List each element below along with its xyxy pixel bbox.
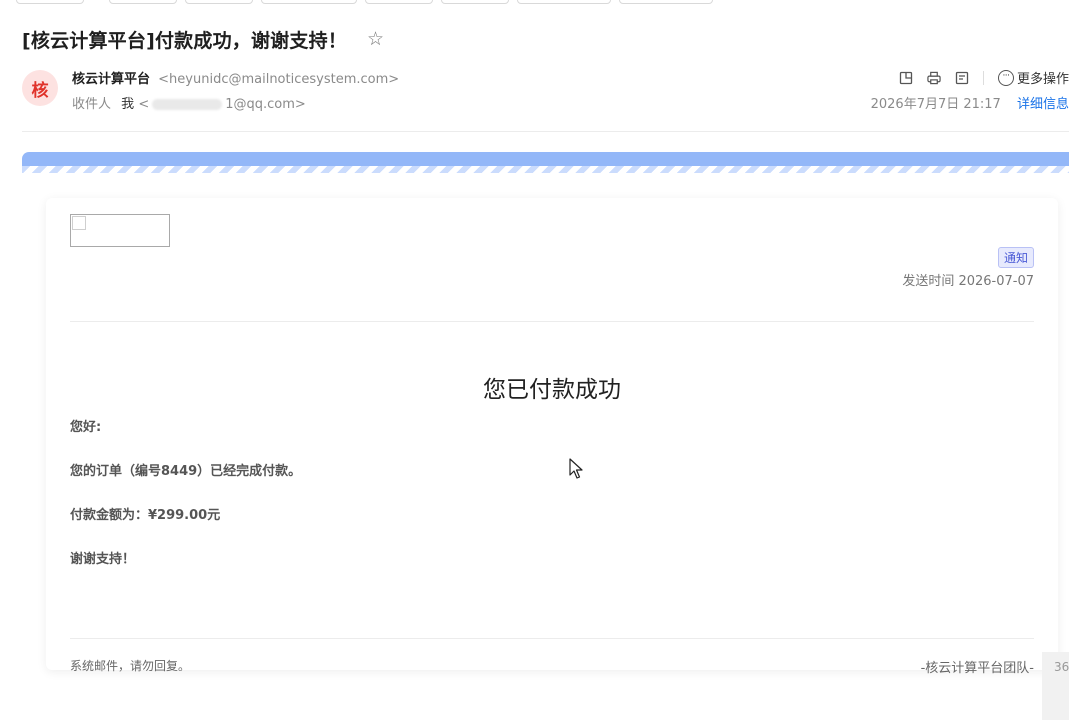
toolbar-button[interactable] bbox=[517, 0, 611, 4]
more-actions-label: 更多操作 bbox=[1016, 72, 1069, 87]
toolbar-button[interactable] bbox=[441, 0, 509, 4]
recipient-line: 收件人 我 <1@qq.com> bbox=[72, 93, 306, 112]
order-line: 您的订单（编号8449）已经完成付款。 bbox=[70, 464, 302, 479]
meta-right: 2026年7月7日 21:17 详细信息 bbox=[871, 93, 1069, 112]
header-band bbox=[22, 152, 1069, 166]
redacted-address bbox=[152, 99, 223, 110]
card-title: 您已付款成功 bbox=[483, 377, 621, 403]
card-divider bbox=[70, 321, 1034, 322]
toolbar-button[interactable] bbox=[16, 0, 84, 4]
note-icon[interactable] bbox=[955, 71, 969, 85]
toolbar-button[interactable] bbox=[619, 0, 713, 4]
broken-logo-image bbox=[70, 214, 170, 247]
toolbar-button[interactable] bbox=[261, 0, 357, 4]
print-icon[interactable] bbox=[927, 71, 941, 85]
sent-time: 发送时间 2026-07-07 bbox=[902, 274, 1034, 289]
card-footer-divider bbox=[70, 638, 1034, 639]
footer-note: 系统邮件，请勿回复。 bbox=[70, 659, 191, 673]
subject-row: [核云计算平台]付款成功，谢谢支持！ ☆ bbox=[22, 24, 384, 54]
side-widget-label: 360 bbox=[1054, 660, 1069, 674]
header-divider bbox=[22, 131, 1069, 132]
email-datetime: 2026年7月7日 21:17 bbox=[870, 97, 1001, 112]
recipient-email-prefix: < bbox=[138, 97, 150, 112]
recipient-email-tail: 1@qq.com> bbox=[225, 97, 306, 112]
new-window-icon[interactable] bbox=[899, 71, 913, 85]
header-actions: ··· 更多操作 bbox=[885, 68, 1069, 87]
email-subject: [核云计算平台]付款成功，谢谢支持！ bbox=[22, 29, 347, 52]
footer-signature: -核云计算平台团队- bbox=[920, 661, 1034, 676]
header-band-stripes bbox=[22, 166, 1069, 173]
sender-avatar: 核 bbox=[22, 70, 58, 106]
cursor-icon bbox=[569, 458, 583, 479]
toolbar-button[interactable] bbox=[185, 0, 253, 4]
email-card: 通知 发送时间 2026-07-07 您已付款成功 您好: 您的订单（编号844… bbox=[46, 198, 1058, 676]
recipient-label: 收件人 bbox=[72, 97, 112, 112]
thanks-line: 谢谢支持！ bbox=[70, 552, 136, 567]
more-dots-icon: ··· bbox=[997, 69, 1014, 86]
notice-badge: 通知 bbox=[997, 247, 1034, 268]
greeting: 您好: bbox=[70, 420, 102, 435]
side-widget[interactable]: 360 bbox=[1042, 652, 1069, 720]
recipient-me[interactable]: 我 bbox=[121, 97, 134, 112]
toolbar-button[interactable] bbox=[109, 0, 177, 4]
sender-email[interactable]: <heyunidc@mailnoticesystem.com> bbox=[158, 72, 399, 87]
more-actions-button[interactable]: ··· 更多操作 bbox=[997, 68, 1069, 87]
actions-divider bbox=[982, 70, 984, 85]
sender-name[interactable]: 核云计算平台 bbox=[72, 72, 150, 87]
detail-info-link[interactable]: 详细信息 bbox=[1017, 97, 1069, 112]
star-icon[interactable]: ☆ bbox=[367, 28, 384, 50]
sender-line: 核云计算平台 <heyunidc@mailnoticesystem.com> bbox=[72, 68, 399, 87]
amount-line: 付款金额为：¥299.00元 bbox=[70, 508, 221, 523]
toolbar-button[interactable] bbox=[365, 0, 433, 4]
